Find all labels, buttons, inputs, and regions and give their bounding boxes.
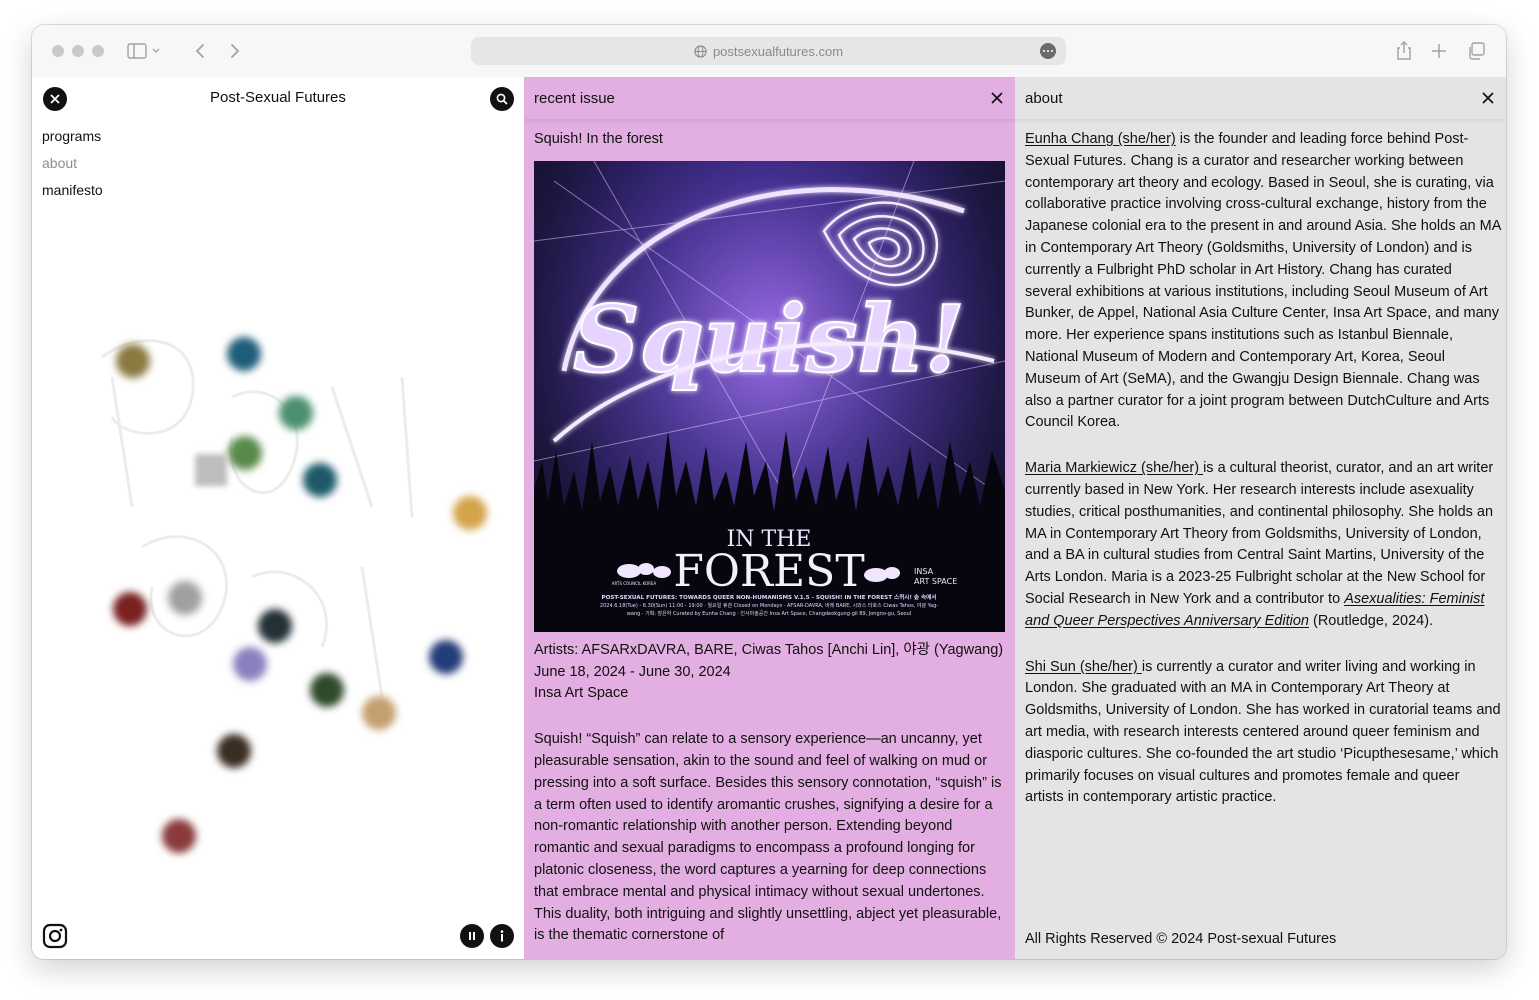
decorative-dot[interactable]: [113, 592, 147, 626]
recent-issue-header: recent issue: [524, 77, 1015, 119]
new-tab-icon[interactable]: [1426, 39, 1452, 63]
bio-paragraph: Maria Markiewicz (she/her) is a cultural…: [1025, 458, 1501, 632]
about-title: about: [1025, 89, 1063, 107]
decorative-dot[interactable]: [168, 581, 202, 615]
bio-text: is currently a curator and writer living…: [1025, 658, 1501, 806]
bio-text: is a cultural theorist, curator, and an …: [1025, 460, 1494, 607]
decorative-dot[interactable]: [310, 673, 344, 707]
decorative-dot[interactable]: [303, 463, 337, 497]
issue-dates: June 18, 2024 - June 30, 2024: [534, 663, 731, 680]
decorative-dot[interactable]: [362, 696, 396, 730]
close-icon[interactable]: [1478, 88, 1498, 108]
forward-icon[interactable]: [222, 39, 248, 63]
poster-small-line-3: wang · 기획: 장은하 Curated by Eunha Chang · …: [627, 610, 911, 617]
decorative-dot[interactable]: [233, 647, 267, 681]
minimize-window-button[interactable]: [72, 45, 84, 57]
exhibition-poster[interactable]: Squish! IN THE FOREST ARTS COUNCIL KOREA…: [534, 160, 1005, 632]
decorative-dot[interactable]: [429, 640, 463, 674]
instagram-icon[interactable]: [42, 923, 68, 954]
copyright-footer: All Rights Reserved © 2024 Post-sexual F…: [1025, 931, 1337, 947]
recent-issue-title: recent issue: [534, 89, 615, 107]
tabs-overview-icon[interactable]: [1463, 39, 1489, 63]
share-icon[interactable]: [1391, 39, 1417, 63]
about-panel: about Eunha Chang (she/her) is the found…: [1015, 77, 1506, 959]
poster-logo-left: ARTS COUNCIL KOREA: [612, 581, 657, 586]
poster-logo-right-1: INSA: [914, 567, 934, 576]
bio-paragraph: Shi Sun (she/her) is currently a curator…: [1025, 657, 1501, 810]
background-watermark: [101, 339, 414, 698]
decorative-dot[interactable]: [217, 734, 251, 768]
bio-link-eunha-chang[interactable]: Eunha Chang (she/her): [1025, 131, 1176, 147]
poster-subtitle-big: FOREST: [673, 546, 864, 597]
issue-heading: Squish! In the forest: [534, 131, 663, 147]
decorative-dot[interactable]: [279, 396, 313, 430]
poster-wordmark: Squish!: [573, 285, 965, 393]
poster-small-line-2: 2024.6.18(Tue) - 6.30(Sun) 11:00 - 19:00…: [600, 602, 938, 609]
decorative-dot[interactable]: [116, 344, 150, 378]
info-icon[interactable]: [490, 924, 514, 948]
sidebar-icon[interactable]: [126, 39, 162, 63]
about-header: about: [1015, 77, 1506, 119]
browser-toolbar: postsexualfutures.com: [32, 25, 1506, 77]
nav-item-programs[interactable]: programs: [42, 123, 103, 150]
bio-text: (Routledge, 2024).: [1308, 612, 1434, 629]
about-content: Eunha Chang (she/her) is the founder and…: [1025, 129, 1501, 833]
browser-window: postsexualfutures.com Post-Sexual Future…: [32, 25, 1506, 959]
issue-description: Squish! “Squish” can relate to a sensory…: [534, 731, 1002, 944]
decorative-dot[interactable]: [162, 819, 196, 853]
address-bar[interactable]: postsexualfutures.com: [471, 37, 1066, 65]
url-text: postsexualfutures.com: [712, 43, 844, 59]
search-icon[interactable]: [490, 87, 514, 111]
decorative-dot[interactable]: [228, 436, 262, 470]
poster-small-line-1: POST-SEXUAL FUTURES: TOWARDS QUEER NON-H…: [602, 593, 937, 601]
close-window-button[interactable]: [52, 45, 64, 57]
globe-icon: [694, 44, 707, 58]
close-icon[interactable]: [43, 87, 67, 111]
site-sidebar: Post-Sexual Futures programs about manif…: [32, 77, 524, 959]
nav-item-manifesto[interactable]: manifesto: [42, 177, 103, 204]
issue-venue: Insa Art Space: [534, 685, 629, 702]
poster-logo-right-2: ART SPACE: [914, 577, 957, 586]
decorative-dot[interactable]: [453, 496, 487, 530]
bio-link-maria-markiewicz[interactable]: Maria Markiewicz (she/her): [1025, 460, 1203, 476]
recent-issue-panel: recent issue Squish! In the forest Squis…: [524, 77, 1015, 959]
site-title[interactable]: Post-Sexual Futures: [210, 89, 346, 106]
decorative-dot[interactable]: [227, 337, 261, 371]
pause-icon[interactable]: [460, 924, 484, 948]
bio-text: is the founder and leading force behind …: [1025, 131, 1501, 431]
site-nav: programs about manifesto: [42, 123, 103, 204]
more-options-icon[interactable]: [1040, 43, 1056, 59]
nav-item-about[interactable]: about: [42, 150, 103, 177]
back-icon[interactable]: [187, 39, 213, 63]
close-icon[interactable]: [987, 88, 1007, 108]
recent-issue-content: Squish! In the forest Squish! IN THE FOR…: [534, 129, 1006, 947]
zoom-window-button[interactable]: [92, 45, 104, 57]
issue-artists: Artists: AFSARxDAVRA, BARE, Ciwas Tahos …: [534, 641, 1004, 658]
bio-link-shi-sun[interactable]: Shi Sun (she/her): [1025, 659, 1142, 675]
decorative-dot[interactable]: [258, 609, 292, 643]
bio-paragraph: Eunha Chang (she/her) is the founder and…: [1025, 129, 1501, 434]
decorative-square[interactable]: [195, 454, 227, 486]
